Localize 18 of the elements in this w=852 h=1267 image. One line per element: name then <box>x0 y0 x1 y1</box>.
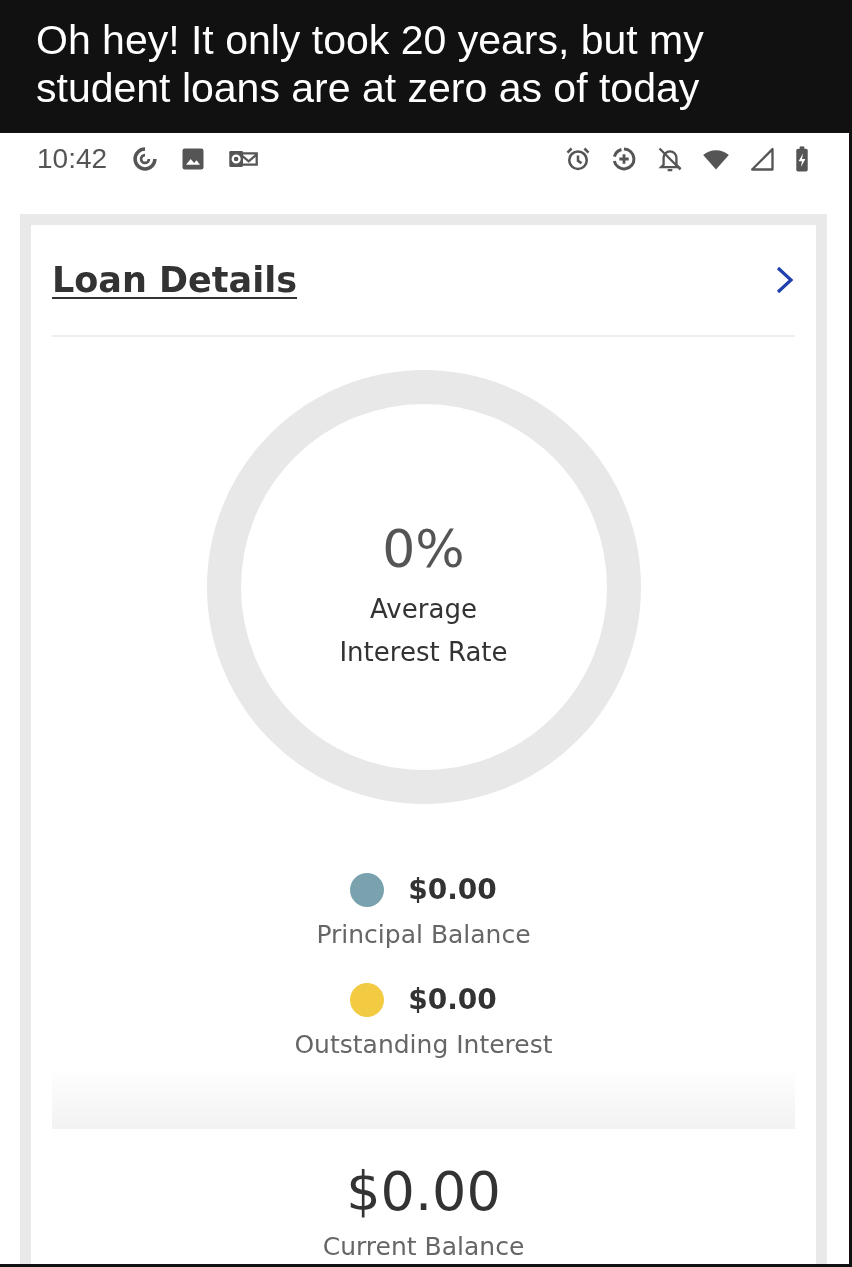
chevron-right-icon[interactable] <box>775 265 795 295</box>
alarm-icon <box>564 145 592 173</box>
status-time: 10:42 <box>37 143 108 175</box>
current-balance-amount: $0.00 <box>345 1159 502 1225</box>
legend-amount: $0.00 <box>408 982 497 1018</box>
signal-icon <box>748 145 776 173</box>
bell-off-icon <box>656 145 684 173</box>
plus-circle-icon <box>610 145 638 173</box>
legend-amount: $0.00 <box>408 872 497 908</box>
loan-details-link[interactable]: Loan Details <box>52 258 298 302</box>
legend-label: Principal Balance <box>316 919 531 951</box>
concentric-arcs-icon <box>131 145 160 173</box>
interest-rate-value: 0% <box>382 518 465 580</box>
legend-label: Outstanding Interest <box>294 1029 553 1061</box>
battery-charging-icon <box>794 145 810 173</box>
caption-text: Oh hey! It only took 20 years, but my student loans are at zero as of today <box>36 16 705 112</box>
current-balance-label: Current Balance <box>321 1231 526 1263</box>
interest-rate-label: Average Interest Rate <box>338 593 509 669</box>
